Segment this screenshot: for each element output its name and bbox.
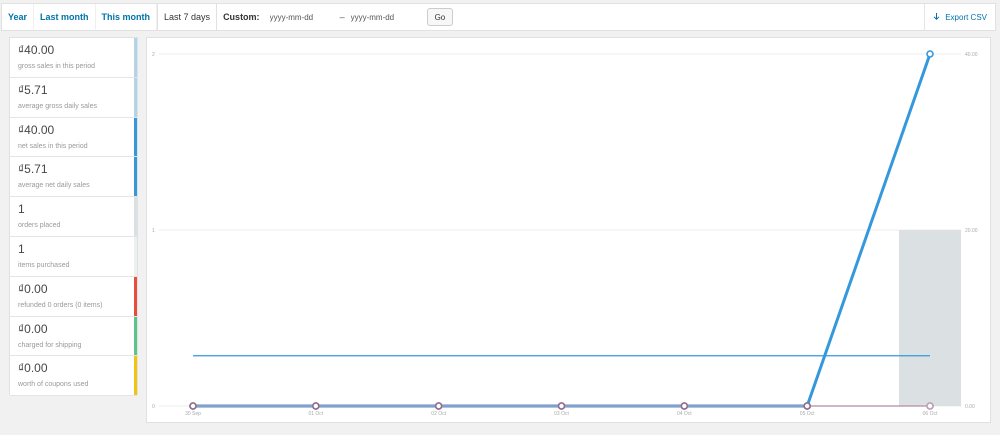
legend-description: charged for shipping [18, 341, 82, 349]
data-point [803, 402, 811, 410]
legend-color-bar [134, 197, 137, 236]
range-last-month-tab[interactable]: Last month [34, 4, 96, 30]
legend-amount: 1 [18, 241, 25, 256]
go-button[interactable]: Go [426, 8, 454, 26]
legend-color-bar [134, 236, 137, 276]
legend-amount: ₫0.00 [18, 321, 48, 336]
data-point [680, 402, 689, 410]
y-right-tick-label: 20.00 [965, 228, 978, 234]
range-last-7-days-tab[interactable]: Last 7 days [157, 4, 218, 30]
report-toolbar: Year Last month This month Last 7 days C… [1, 3, 996, 31]
legend-description: worth of coupons used [18, 381, 89, 389]
download-icon [933, 13, 940, 21]
sales-report: Year Last month This month Last 7 days C… [0, 0, 1000, 435]
legend-amount: ₫0.00 [18, 281, 48, 296]
legend-color-bar [134, 276, 137, 316]
legend-color-bar [134, 316, 137, 356]
legend-item[interactable]: ₫0.00 charged for shipping [10, 316, 137, 357]
chart-legend: ₫40.00 gross sales in this period ₫5.71 ave… [9, 37, 138, 397]
legend-item[interactable]: ₫5.71 average net daily sales [10, 157, 137, 198]
x-tick-label: 01 Oct [308, 411, 323, 417]
legend-item[interactable]: ₫40.00 net sales in this period [10, 117, 137, 158]
custom-range: Custom: – Go [217, 4, 454, 30]
x-tick-label: 06 Oct [923, 411, 938, 417]
legend-item[interactable]: ₫5.71 average gross daily sales [10, 77, 137, 118]
legend-amount: ₫40.00 [18, 43, 55, 57]
legend-color-bar [134, 38, 137, 77]
legend-item[interactable]: 1 orders placed [10, 197, 137, 237]
y-left-tick-label: 1 [152, 228, 155, 234]
x-tick-label: 03 Oct [554, 411, 569, 417]
x-tick-label: 05 Oct [800, 411, 815, 417]
range-this-month-tab[interactable]: This month [96, 4, 158, 30]
export-csv-label: Export CSV [945, 12, 987, 22]
legend-description: orders placed [18, 222, 61, 230]
legend-amount: ₫5.71 [18, 82, 48, 97]
legend-color-bar [134, 356, 137, 396]
legend-amount: ₫40.00 [18, 122, 55, 137]
data-point [557, 402, 566, 410]
legend-color-bar [134, 117, 137, 157]
data-point [312, 402, 320, 410]
x-tick-label: 02 Oct [431, 411, 446, 417]
data-point [926, 50, 934, 58]
legend-color-bar [134, 77, 137, 117]
legend-description: net sales in this period [18, 142, 88, 150]
legend-description: average net daily sales [18, 182, 90, 190]
y-left-tick-label: 2 [152, 52, 155, 58]
y-right-tick-label: 40.00 [965, 52, 978, 58]
legend-description: average gross daily sales [18, 102, 97, 110]
order-bar [899, 230, 961, 406]
legend-description: refunded 0 orders (0 items) [18, 301, 103, 309]
x-tick-label: 30 Sep [185, 411, 201, 417]
y-right-tick-label: 0.00 [965, 404, 975, 410]
legend-item[interactable]: ₫0.00 refunded 0 orders (0 items) [10, 276, 137, 317]
chart-canvas: 0120.0020.0040.0030 Sep 01 Oct 02 Oct 03 Oc… [152, 50, 978, 417]
y-left-tick-label: 0 [152, 404, 155, 410]
sales-chart: 0 1 2 0.00 20.00 40.00 30 Sep 01 Oct 02 Oct 03 Oc… [146, 37, 991, 423]
legend-amount: ₫0.00 [18, 361, 48, 376]
legend-amount: ₫5.71 [18, 162, 48, 177]
legend-item[interactable]: ₫40.00 gross sales in this period [10, 38, 137, 78]
range-year-tab[interactable]: Year [2, 4, 35, 30]
export-csv-link[interactable]: Export CSV [924, 4, 995, 30]
legend-amount: 1 [18, 202, 25, 217]
legend-item[interactable]: ₫0.00 worth of coupons used [10, 356, 137, 397]
legend-color-bar [134, 157, 137, 197]
legend-item[interactable]: 1 items purchased [10, 236, 137, 277]
legend-description: gross sales in this period [18, 63, 96, 70]
x-tick-label: 04 Oct [677, 411, 692, 417]
legend-description: items purchased [18, 261, 70, 269]
data-point [189, 402, 197, 410]
end-date-input[interactable] [350, 8, 419, 26]
custom-label: Custom: [223, 12, 260, 22]
data-point [926, 402, 934, 410]
date-separator: – [339, 12, 345, 22]
data-point [434, 402, 443, 410]
start-date-input[interactable] [269, 8, 338, 26]
